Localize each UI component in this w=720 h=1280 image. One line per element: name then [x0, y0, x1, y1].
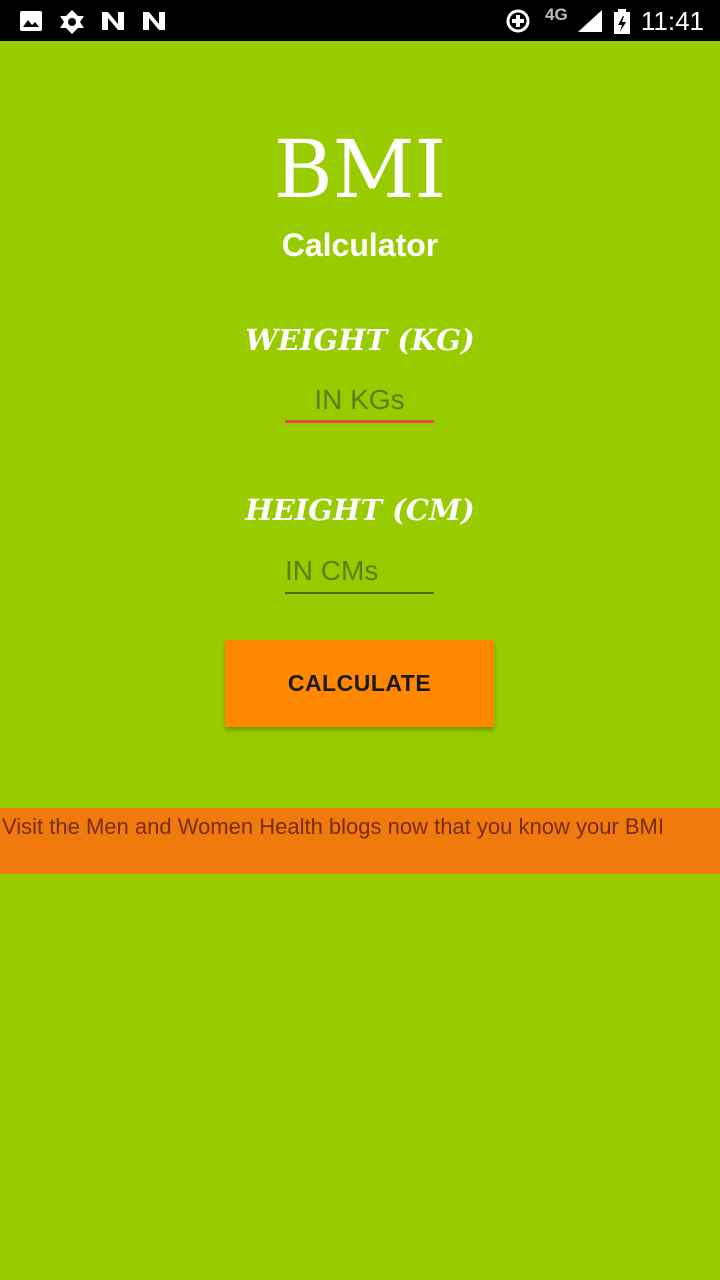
bmi-screen: BMI Calculator WEIGHT (KG) HEIGHT (CM) C…: [0, 41, 720, 1280]
health-blogs-banner[interactable]: Visit the Men and Women Health blogs now…: [0, 808, 720, 874]
height-label: HEIGHT (CM): [245, 493, 475, 527]
signal-icon: [576, 8, 602, 34]
calculate-button[interactable]: CALCULATE: [225, 640, 494, 727]
height-input[interactable]: [285, 550, 434, 594]
weight-label: WEIGHT (KG): [245, 323, 475, 357]
status-time: 11:41: [640, 6, 704, 36]
image-icon: [18, 8, 44, 34]
status-bar: 4G 11:41: [0, 0, 720, 41]
n-notification-icon: [141, 8, 167, 34]
data-saver-icon: [505, 8, 531, 34]
vpn-icon: [58, 8, 84, 34]
n-notification-icon: [100, 8, 126, 34]
weight-input[interactable]: [285, 379, 434, 423]
battery-icon: [612, 8, 632, 34]
network-type: 4G: [545, 5, 568, 24]
app-title: BMI: [273, 123, 447, 216]
app-subtitle: Calculator: [281, 227, 439, 263]
